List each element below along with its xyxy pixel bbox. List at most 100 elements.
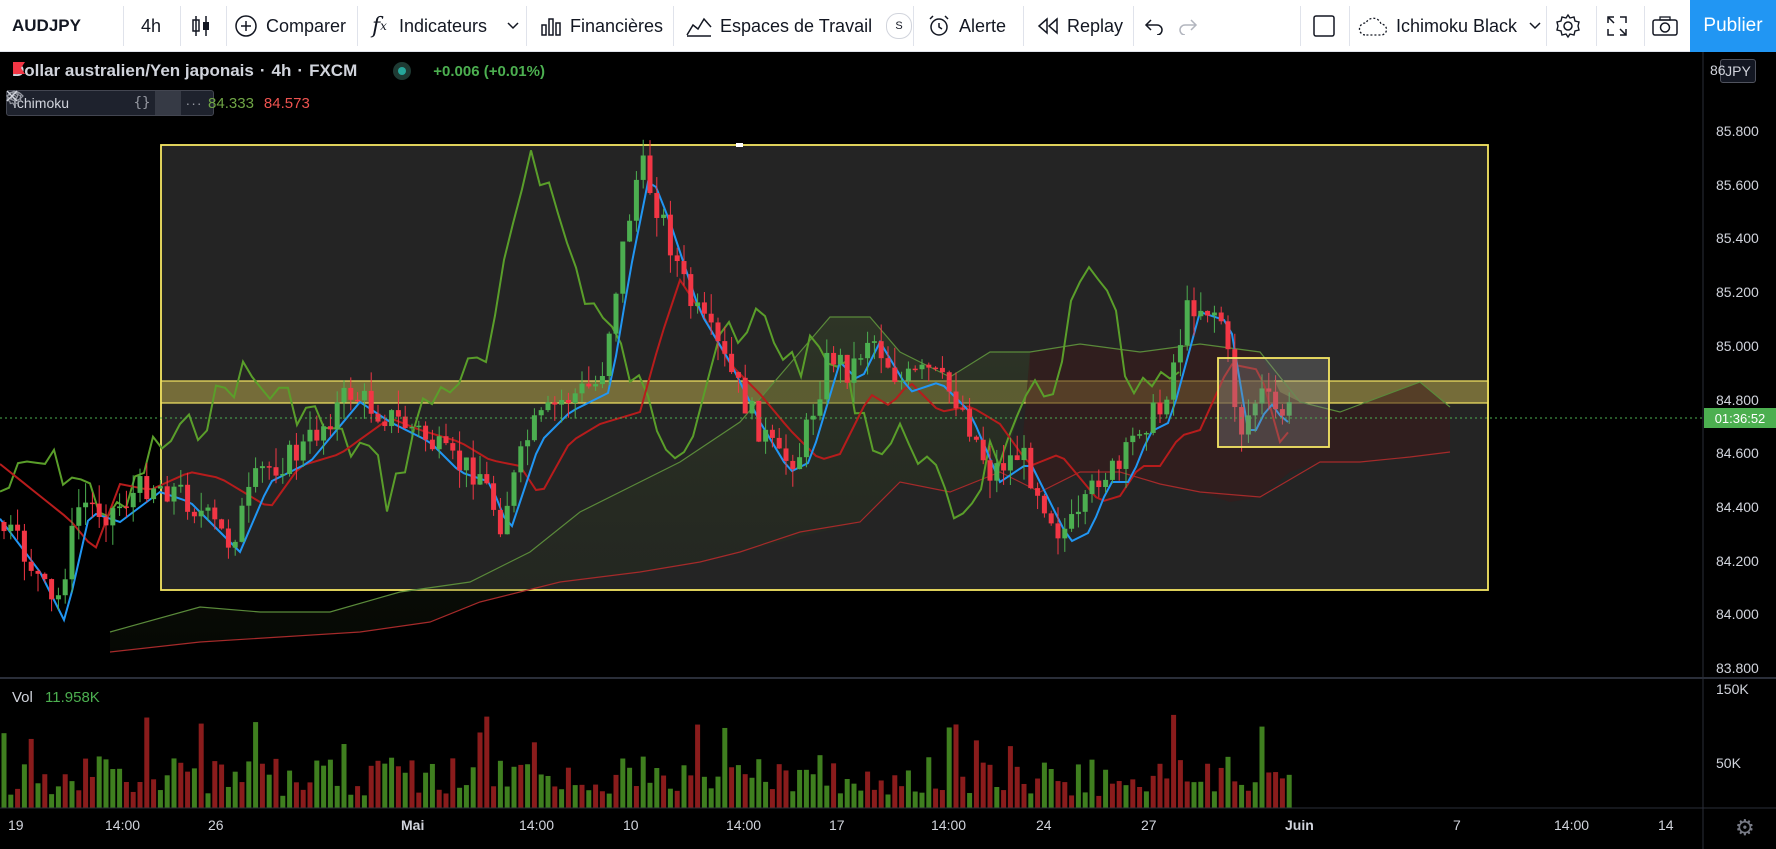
volume-bar — [62, 774, 68, 808]
volume-bar — [1266, 772, 1272, 808]
undo-button[interactable] — [1143, 0, 1165, 52]
candle-body — [314, 429, 320, 441]
candle-body — [790, 460, 796, 470]
close-icon[interactable] — [6, 90, 182, 115]
gear-icon[interactable] — [6, 90, 129, 115]
volume-bar — [1028, 793, 1034, 808]
eye-icon[interactable] — [6, 90, 103, 115]
candle-body — [1198, 310, 1204, 317]
price-axis-label: 85.200 — [1716, 284, 1759, 301]
price-change: +0.006 (+0.01%) — [433, 62, 545, 80]
candle-body — [627, 220, 633, 242]
candle-body — [293, 444, 299, 461]
price-axis-label: 85.800 — [1716, 123, 1759, 139]
volume-bar — [83, 758, 89, 808]
time-axis-label: 14:00 — [105, 817, 141, 833]
candle-body — [511, 472, 517, 506]
candle-body — [1075, 511, 1081, 515]
chart-area[interactable]: Dollar australien/Yen japonais · 4h · FX… — [0, 52, 1776, 849]
indicators-button[interactable]: fx Indicateurs — [372, 0, 519, 52]
chart-type-button[interactable] — [190, 0, 212, 52]
volume-bar — [865, 771, 871, 808]
volume-bar — [939, 790, 945, 808]
candle-body — [892, 367, 898, 382]
volume-bar — [661, 775, 667, 808]
top-toolbar: AUDJPY 4h Comparer fx Indicateurs Financ… — [0, 0, 1776, 52]
volume-bar — [858, 790, 864, 808]
financials-button[interactable]: Financières — [540, 0, 663, 52]
candle-body — [518, 446, 524, 473]
volume-bar — [259, 763, 265, 808]
volume-bar — [219, 764, 225, 808]
replay-button[interactable]: Replay — [1037, 0, 1123, 52]
volume-bar — [1232, 781, 1238, 808]
candle-body — [885, 358, 891, 368]
volume-bar — [831, 763, 837, 808]
volume-bar — [620, 758, 626, 808]
candle-body — [593, 384, 599, 387]
candle-body — [1177, 345, 1183, 363]
candle-body — [763, 429, 769, 442]
volume-bar — [681, 765, 687, 808]
volume-bar — [1096, 795, 1102, 808]
alert-button[interactable]: Alerte — [927, 0, 1006, 52]
settings-small-icon[interactable]: ⚙ — [1735, 815, 1755, 841]
fullscreen-button[interactable] — [1605, 0, 1629, 52]
volume-bar — [21, 764, 27, 808]
source-code-icon[interactable]: {} — [129, 91, 155, 115]
volume-bar — [280, 795, 286, 808]
candle-body — [783, 448, 789, 461]
volume-bar — [695, 724, 701, 808]
toolbar-divider — [1546, 6, 1547, 46]
candle-body — [837, 354, 843, 365]
redo-button[interactable] — [1177, 0, 1199, 52]
market-status-icon[interactable] — [393, 62, 412, 80]
candle-body — [1062, 528, 1068, 539]
candle-body — [960, 408, 966, 410]
volume-bar — [504, 786, 510, 808]
candle-body — [212, 507, 218, 520]
volume-bar — [892, 775, 898, 808]
legend-interval: 4h — [271, 61, 292, 80]
chart-canvas[interactable] — [0, 52, 1776, 849]
compare-button[interactable]: Comparer — [234, 0, 346, 52]
settings-button[interactable] — [1555, 0, 1581, 52]
workspaces-button[interactable]: Espaces de Travail S — [686, 0, 913, 52]
volume-bar — [28, 738, 34, 808]
time-axis-label: Juin — [1285, 817, 1314, 833]
candle-body — [239, 505, 245, 542]
small-zone-rectangle[interactable] — [1217, 357, 1330, 448]
time-axis-label: Mai — [401, 817, 425, 833]
volume-bar — [382, 763, 388, 808]
volume-bar — [599, 791, 605, 808]
volume-bar — [1218, 767, 1224, 808]
time-axis-label: 14 — [1658, 817, 1674, 833]
candle-body — [429, 439, 435, 450]
volume-bar — [1123, 785, 1129, 808]
alert-label: Alerte — [959, 15, 1007, 36]
publish-button[interactable]: Publier — [1690, 0, 1776, 52]
financials-label: Financières — [570, 15, 664, 36]
volume-bar — [640, 756, 646, 808]
volume-bar — [130, 791, 136, 808]
time-axis-label: 17 — [829, 817, 845, 833]
fullscreen-layout-toggle[interactable] — [1312, 0, 1336, 52]
symbol-search-button[interactable]: AUDJPY — [12, 0, 81, 52]
candle-body — [130, 492, 136, 508]
candle-body — [157, 486, 163, 489]
volume-bar — [1273, 772, 1279, 808]
volume-bar — [878, 780, 884, 808]
layout-menu-button[interactable]: Ichimoku Black — [1358, 0, 1541, 52]
candle-body — [443, 436, 449, 444]
candle-body — [552, 402, 558, 405]
volume-legend: Vol 11.958K — [12, 689, 100, 706]
volume-bar — [89, 776, 95, 808]
candle-body — [144, 476, 150, 500]
candle-body — [586, 383, 592, 387]
zone-handle[interactable] — [736, 143, 743, 147]
snapshot-button[interactable] — [1651, 0, 1679, 52]
candle-body — [531, 415, 537, 441]
workspace-chart-icon — [686, 15, 712, 37]
more-icon[interactable]: ··· — [181, 91, 207, 115]
interval-button[interactable]: 4h — [141, 0, 161, 52]
